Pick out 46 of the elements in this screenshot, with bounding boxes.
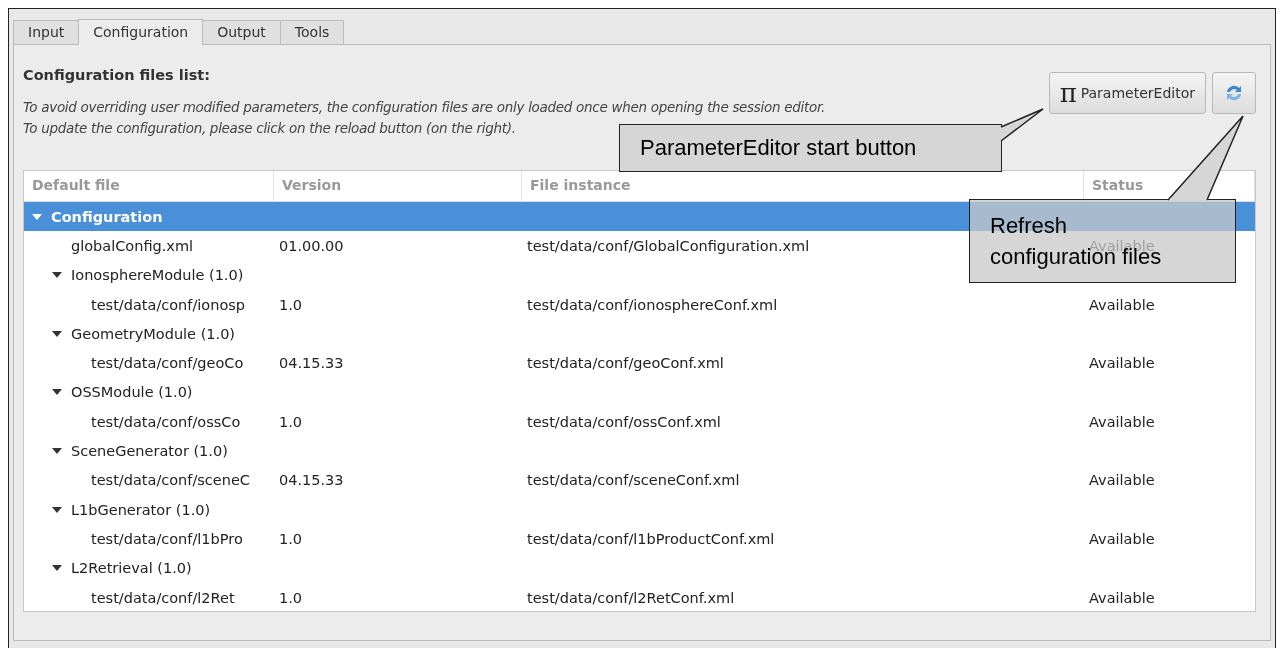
file-path-text: test/data/conf/l2RetConf.xml [527,589,735,606]
version-text: 04.15.33 [279,472,344,489]
version-text: 1.0 [279,589,303,606]
tab[interactable]: Tools [279,20,345,45]
status-text: Available [1089,413,1155,430]
refresh-button[interactable] [1212,72,1256,114]
tree-item-label[interactable]: test/data/conf/ionosp [91,296,246,313]
file-path-text: test/data/conf/ionosphereConf.xml [527,296,778,313]
tree-item-label[interactable]: SceneGenerator (1.0) [71,443,228,459]
version-text: 01.00.00 [279,237,344,254]
tree-item-label[interactable]: OSSModule (1.0) [71,384,193,401]
info-text: To update the configuration, please click on the reload button (on the right). [23,119,517,138]
section-heading: Configuration files list: [23,67,212,83]
tree-item-label[interactable]: L2Retrieval (1.0) [71,560,192,577]
file-path-text: test/data/conf/sceneConf.xml [527,472,740,489]
callout-tooltip: ParameterEditor start button [619,124,1002,172]
file-path-text: test/data/conf/ossConf.xml [527,413,721,430]
refresh-icon [1224,83,1244,103]
tree-item-label[interactable]: L1bGenerator (1.0) [71,501,211,518]
tree-item-label[interactable]: GeometryModule (1.0) [71,325,235,342]
tree-item-label[interactable]: test/data/conf/l2Ret [91,589,235,606]
tab[interactable]: Output [202,20,281,45]
expanded-arrow-icon[interactable] [52,504,62,515]
version-text: 1.0 [279,296,303,313]
expanded-arrow-icon[interactable] [52,328,62,339]
version-text: 1.0 [279,413,303,430]
status-text: Available [1089,355,1155,372]
file-path-text: test/data/conf/geoConf.xml [527,355,724,372]
status-text: Available [1089,589,1155,606]
tree-item-label[interactable]: test/data/conf/sceneC [91,472,250,489]
file-path-text: test/data/conf/l1bProductConf.xml [527,530,775,547]
status-text: Available [1089,472,1155,489]
tree-item-label[interactable]: globalConfig.xml [71,237,194,254]
tree-item-label[interactable]: IonosphereModule (1.0) [71,267,244,284]
expanded-arrow-icon[interactable] [52,446,62,456]
status-text: Available [1089,296,1155,313]
info-text: To avoid overriding user modified parameters, the configuration files are only loaded once when opening the session editor. [23,98,825,117]
tree-item-label[interactable]: test/data/conf/ossCo [91,413,241,430]
version-text: 1.0 [279,530,303,547]
file-path-text: test/data/conf/GlobalConfiguration.xml [527,237,810,254]
tab[interactable]: Configuration [78,19,204,45]
tab[interactable]: Input [13,20,80,45]
version-text: 04.15.33 [279,355,344,372]
status-text: Available [1089,530,1155,547]
tree-item-label[interactable]: test/data/conf/geoCo [91,355,244,372]
tree-item-label[interactable]: test/data/conf/l1bPro [91,530,243,547]
